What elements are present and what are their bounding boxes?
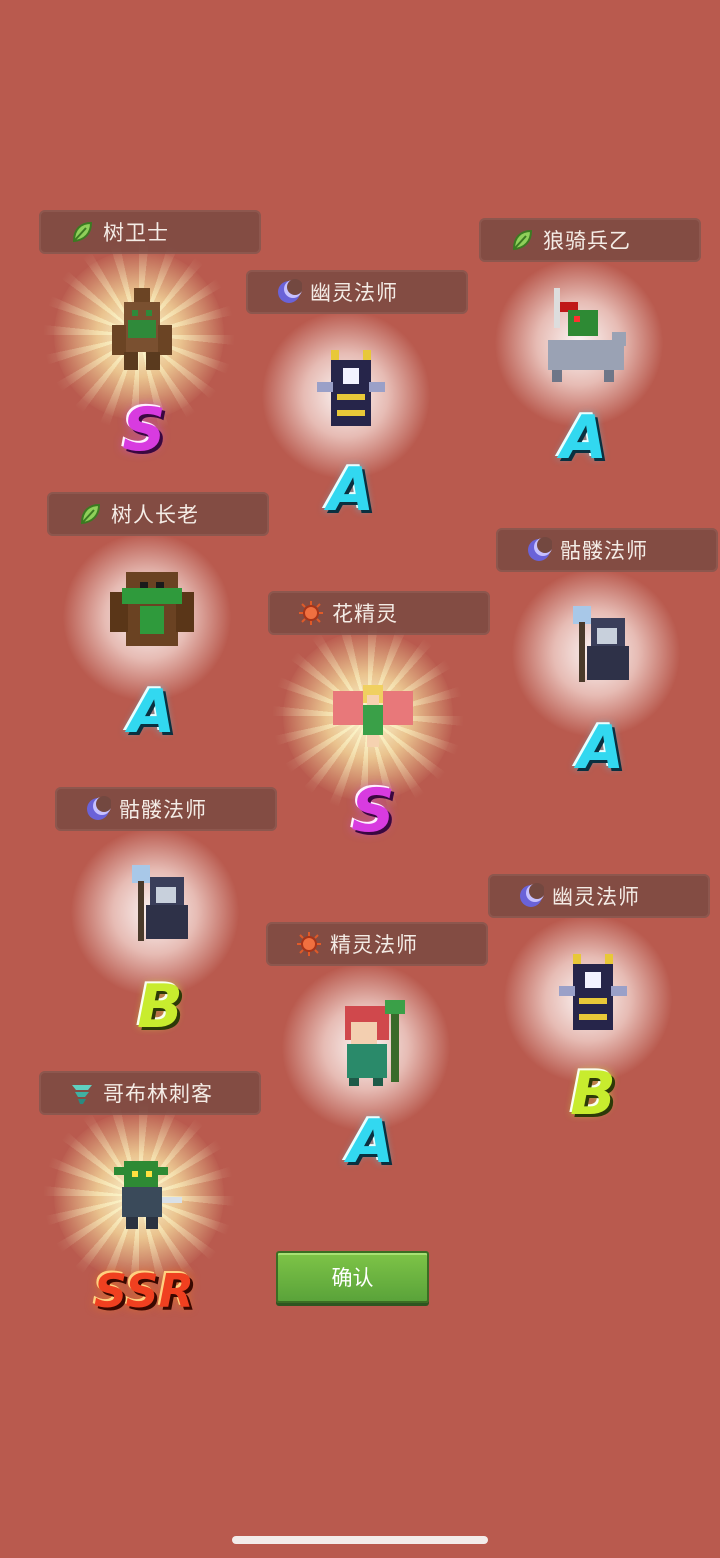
flower-fairy-sprite: [333, 685, 413, 747]
skeleton-mage-sprite: [573, 606, 629, 682]
wind-icon: [72, 1085, 92, 1104]
unit-name-bar: 哥布林刺客: [39, 1071, 261, 1115]
rank-badge: B: [137, 972, 183, 1042]
unit-card-goblin-assassin[interactable]: 哥布林刺客 SSR: [39, 1071, 269, 1361]
moon-icon: [528, 537, 552, 561]
unit-card-ghost-mage[interactable]: 幽灵法师 B: [488, 874, 718, 1164]
ghost-mage-sprite: [317, 350, 385, 426]
unit-name-bar: 精灵法师: [266, 922, 488, 966]
wolf-rider-sprite: [548, 288, 626, 382]
unit-name: 树人长老: [111, 503, 199, 527]
moon-icon: [278, 279, 302, 303]
rank-badge: SSR: [93, 1264, 195, 1318]
rank-badge: A: [560, 403, 608, 473]
unit-name-bar: 花精灵: [268, 591, 490, 635]
unit-name-bar: 骷髅法师: [496, 528, 718, 572]
goblin-assassin-sprite: [114, 1161, 182, 1229]
unit-name-bar: 幽灵法师: [488, 874, 710, 918]
unit-name-bar: 树卫士: [39, 210, 261, 254]
rank-badge: A: [327, 455, 375, 525]
sun-icon: [299, 601, 323, 625]
unit-name-bar: 树人长老: [47, 492, 269, 536]
moon-icon: [520, 883, 544, 907]
leaf-icon: [80, 503, 101, 525]
treant-elder-sprite: [110, 572, 194, 646]
unit-card-ghost-mage[interactable]: 幽灵法师 A: [246, 270, 476, 560]
unit-name: 花精灵: [332, 602, 398, 626]
moon-icon: [87, 796, 111, 820]
unit-name: 哥布林刺客: [103, 1082, 213, 1106]
unit-card-elf-mage[interactable]: 精灵法师 A: [266, 922, 496, 1212]
sun-icon: [297, 932, 321, 956]
elf-mage-sprite: [345, 1000, 405, 1086]
rank-badge: S: [122, 395, 166, 465]
unit-card-tree-guard[interactable]: 树卫士 S: [39, 210, 269, 500]
rank-badge: A: [347, 1107, 395, 1177]
skeleton-mage-sprite: [132, 865, 188, 941]
unit-card-treant-elder[interactable]: 树人长老 A: [47, 492, 277, 782]
unit-name: 骷髅法师: [119, 798, 207, 822]
ghost-mage-sprite: [559, 954, 627, 1030]
unit-name: 幽灵法师: [552, 885, 640, 909]
tree-guard-sprite: [112, 288, 172, 370]
unit-name-bar: 幽灵法师: [246, 270, 468, 314]
unit-card-skeleton-mage[interactable]: 骷髅法师 A: [496, 528, 720, 818]
unit-name: 精灵法师: [330, 933, 418, 957]
unit-name: 树卫士: [103, 221, 169, 245]
rank-badge: A: [577, 713, 625, 783]
unit-name-bar: 狼骑兵乙: [479, 218, 701, 262]
rank-badge: B: [570, 1059, 616, 1129]
rank-badge: S: [351, 776, 395, 846]
unit-card-skeleton-mage[interactable]: 骷髅法师 B: [55, 787, 285, 1077]
unit-name-bar: 骷髅法师: [55, 787, 277, 831]
rank-badge: A: [128, 677, 176, 747]
unit-name: 骷髅法师: [560, 539, 648, 563]
unit-card-flower-fairy[interactable]: 花精灵 S: [268, 591, 498, 881]
unit-name: 狼骑兵乙: [543, 229, 631, 253]
home-indicator[interactable]: [232, 1536, 488, 1544]
leaf-icon: [512, 229, 533, 251]
unit-card-wolf-rider[interactable]: 狼骑兵乙 A: [479, 218, 709, 508]
confirm-button[interactable]: 确认: [276, 1251, 429, 1303]
unit-name: 幽灵法师: [310, 281, 398, 305]
leaf-icon: [72, 221, 93, 243]
